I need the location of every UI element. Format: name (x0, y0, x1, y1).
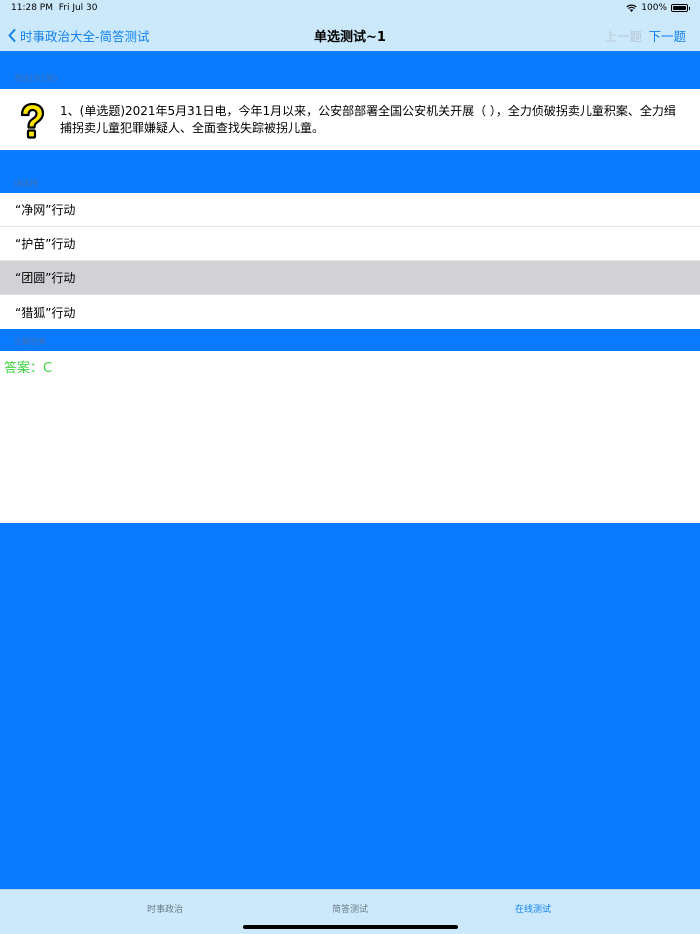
wifi-icon (626, 4, 637, 12)
back-button[interactable]: 时事政治大全-简答测试 (8, 26, 150, 45)
status-time: 11:28 PM Fri Jul 30 (11, 3, 98, 13)
answer-text: 答案：C (4, 361, 53, 376)
option-c[interactable]: “团圆”行动 (0, 261, 700, 295)
answer-section-header: 正确答案 (14, 337, 46, 346)
question-mark-icon (20, 103, 45, 139)
battery-percent: 100% (641, 3, 667, 13)
back-label: 时事政治大全-简答测试 (20, 29, 150, 44)
status-right: 100% (626, 3, 690, 13)
battery-icon (671, 4, 688, 12)
tab-current-affairs[interactable]: 时事政治 (105, 902, 225, 915)
navigation-bar: 时事政治大全-简答测试 单选测试~1 上一题 下一题 (0, 17, 700, 51)
option-a[interactable]: “净网”行动 (0, 193, 700, 227)
answer-area: 答案：C (0, 351, 700, 523)
question-card: 1、(单选题)2021年5月31日电，今年1月以来，公安部部署全国公安机关开展（… (0, 89, 700, 150)
option-d[interactable]: “猎狐”行动 (0, 295, 700, 329)
next-question-button[interactable]: 下一题 (648, 26, 686, 45)
option-b[interactable]: “护苗”行动 (0, 227, 700, 261)
options-section-header: 请选择 (14, 179, 38, 188)
status-bar: 11:28 PM Fri Jul 30 100% (0, 0, 700, 17)
chevron-left-icon (8, 29, 16, 42)
option-label: “净网”行动 (15, 203, 76, 217)
question-text: 1、(单选题)2021年5月31日电，今年1月以来，公安部部署全国公安机关开展（… (60, 104, 676, 135)
battery-tip (689, 6, 690, 10)
tab-bar: 时事政治 简答测试 在线测试 (0, 889, 700, 934)
option-label: “护苗”行动 (15, 237, 76, 251)
previous-question-button[interactable]: 上一题 (604, 26, 642, 45)
home-indicator (243, 925, 458, 929)
tab-short-answer-test[interactable]: 简答测试 (290, 902, 410, 915)
tab-online-test[interactable]: 在线测试 (473, 902, 593, 915)
option-label: “猎狐”行动 (15, 305, 76, 320)
option-label: “团圆”行动 (15, 271, 76, 285)
options-list: “净网”行动 “护苗”行动 “团圆”行动 “猎狐”行动 (0, 193, 700, 329)
question-section-header: 单选(共1题) (14, 74, 58, 83)
